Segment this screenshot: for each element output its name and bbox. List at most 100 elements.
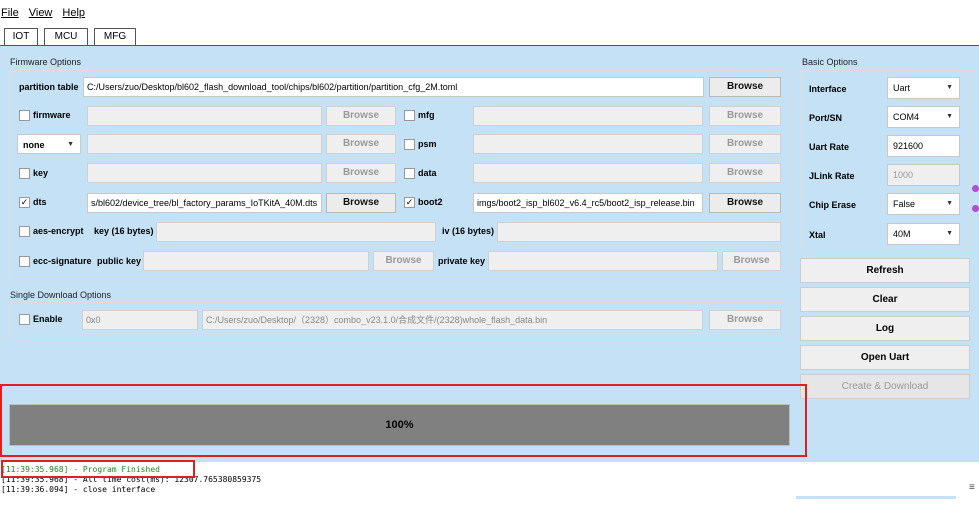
console-time: [11:39:36.094] bbox=[1, 485, 69, 494]
image-type-field[interactable] bbox=[87, 134, 322, 154]
check-icon: ✓ bbox=[405, 197, 414, 207]
dts-checkbox[interactable]: ✓ bbox=[19, 197, 30, 208]
data-label: data bbox=[418, 168, 437, 178]
boot2-browse-button[interactable]: Browse bbox=[709, 193, 781, 213]
interface-label: Interface bbox=[809, 84, 847, 94]
xtal-select[interactable]: 40M ▼ bbox=[887, 223, 960, 245]
uart-rate-label: Uart Rate bbox=[809, 142, 850, 152]
console-text: - close interface bbox=[68, 485, 156, 494]
psm-checkbox[interactable] bbox=[404, 139, 415, 150]
aes-key-field[interactable] bbox=[156, 222, 436, 242]
data-field[interactable] bbox=[473, 163, 703, 183]
firmware-checkbox[interactable] bbox=[19, 110, 30, 121]
public-key-label: public key bbox=[97, 256, 142, 266]
tab-iot[interactable]: IOT bbox=[4, 28, 38, 46]
edge-handle-icon bbox=[972, 205, 979, 212]
private-key-browse-button[interactable]: Browse bbox=[722, 251, 781, 271]
chip-erase-value: False bbox=[893, 199, 916, 209]
tab-mcu-label: MCU bbox=[54, 31, 78, 42]
firmware-browse-button[interactable]: Browse bbox=[326, 106, 396, 126]
ecc-signature-checkbox[interactable] bbox=[19, 256, 30, 267]
data-checkbox[interactable] bbox=[404, 168, 415, 179]
resize-grip-icon[interactable]: ≡ bbox=[969, 478, 979, 498]
chevron-down-icon: ▼ bbox=[946, 84, 953, 91]
dts-label: dts bbox=[33, 197, 47, 207]
menu-file[interactable]: File bbox=[1, 6, 19, 20]
single-download-title: Single Download Options bbox=[10, 290, 112, 300]
boot2-checkbox[interactable]: ✓ bbox=[404, 197, 415, 208]
chevron-down-icon: ▼ bbox=[946, 200, 953, 207]
private-key-label: private key bbox=[438, 256, 486, 266]
check-icon: ✓ bbox=[20, 197, 29, 207]
image-type-select[interactable]: none ▼ bbox=[17, 134, 81, 154]
aes-iv-field[interactable] bbox=[497, 222, 781, 242]
menu-view[interactable]: View bbox=[29, 6, 53, 20]
dts-field[interactable]: s/bl602/device_tree/bl_factory_params_Io… bbox=[87, 193, 322, 213]
jlink-rate-value: 1000 bbox=[893, 170, 914, 180]
tab-mcu[interactable]: MCU bbox=[44, 28, 88, 46]
edge-handle-icon bbox=[972, 185, 979, 192]
log-button[interactable]: Log bbox=[800, 316, 970, 341]
progress-label: 100% bbox=[385, 419, 414, 431]
chevron-down-icon: ▼ bbox=[67, 141, 74, 148]
tab-strip bbox=[0, 20, 979, 46]
chip-erase-label: Chip Erase bbox=[809, 200, 857, 210]
private-key-field[interactable] bbox=[488, 251, 718, 271]
data-browse-button[interactable]: Browse bbox=[709, 163, 781, 183]
aes-iv-label: iv (16 bytes) bbox=[442, 226, 495, 236]
chevron-down-icon: ▼ bbox=[946, 230, 953, 237]
tab-divider bbox=[0, 45, 979, 46]
chevron-down-icon: ▼ bbox=[946, 113, 953, 120]
jlink-rate-label: JLink Rate bbox=[809, 171, 855, 181]
console-line: [11:39:36.094] - close interface bbox=[1, 485, 979, 495]
psm-label: psm bbox=[418, 139, 437, 149]
jlink-rate-input[interactable]: 1000 bbox=[887, 164, 960, 186]
interface-select[interactable]: Uart ▼ bbox=[887, 77, 960, 99]
ecc-signature-label: ecc-signature bbox=[33, 256, 92, 266]
firmware-options-title: Firmware Options bbox=[10, 57, 82, 67]
key-browse-button[interactable]: Browse bbox=[326, 163, 396, 183]
psm-field[interactable] bbox=[473, 134, 703, 154]
firmware-label: firmware bbox=[33, 110, 71, 120]
single-browse-button[interactable]: Browse bbox=[709, 310, 781, 330]
key-label: key bbox=[33, 168, 49, 178]
boot2-label: boot2 bbox=[418, 197, 443, 207]
tab-mfg-label: MFG bbox=[103, 31, 127, 42]
refresh-button[interactable]: Refresh bbox=[800, 258, 970, 283]
chip-erase-select[interactable]: False ▼ bbox=[887, 193, 960, 215]
enable-checkbox[interactable] bbox=[19, 314, 30, 325]
address-field[interactable]: 0x0 bbox=[82, 310, 198, 330]
mfg-browse-button[interactable]: Browse bbox=[709, 106, 781, 126]
firmware-field[interactable] bbox=[87, 106, 322, 126]
aes-key-label: key (16 bytes) bbox=[94, 226, 154, 236]
mfg-checkbox[interactable] bbox=[404, 110, 415, 121]
tab-mfg[interactable]: MFG bbox=[94, 28, 136, 46]
key-field[interactable] bbox=[87, 163, 322, 183]
aes-encrypt-checkbox[interactable] bbox=[19, 226, 30, 237]
public-key-browse-button[interactable]: Browse bbox=[373, 251, 434, 271]
tab-iot-label: IOT bbox=[12, 31, 30, 42]
mfg-field[interactable] bbox=[473, 106, 703, 126]
enable-label: Enable bbox=[33, 314, 63, 324]
port-select[interactable]: COM4 ▼ bbox=[887, 106, 960, 128]
console-scroll-track[interactable] bbox=[796, 496, 956, 499]
dts-browse-button[interactable]: Browse bbox=[326, 193, 396, 213]
menu-bar: File View Help bbox=[0, 6, 979, 20]
image-type-browse-button[interactable]: Browse bbox=[326, 134, 396, 154]
open-uart-button[interactable]: Open Uart bbox=[800, 345, 970, 370]
create-download-button[interactable]: Create & Download bbox=[800, 374, 970, 399]
psm-browse-button[interactable]: Browse bbox=[709, 134, 781, 154]
basic-options-title: Basic Options bbox=[802, 57, 858, 67]
public-key-field[interactable] bbox=[143, 251, 369, 271]
clear-button[interactable]: Clear bbox=[800, 287, 970, 312]
partition-table-browse-button[interactable]: Browse bbox=[709, 77, 781, 97]
partition-table-label: partition table bbox=[19, 82, 79, 92]
single-file-field[interactable]: C:/Users/zuo/Desktop/（2328）combo_v23.1.0… bbox=[202, 310, 703, 330]
uart-rate-input[interactable]: 921600 bbox=[887, 135, 960, 157]
menu-help[interactable]: Help bbox=[62, 6, 85, 20]
interface-value: Uart bbox=[893, 83, 911, 93]
aes-encrypt-label: aes-encrypt bbox=[33, 226, 84, 236]
partition-table-field[interactable]: C:/Users/zuo/Desktop/bl602_flash_downloa… bbox=[83, 77, 704, 97]
key-checkbox[interactable] bbox=[19, 168, 30, 179]
boot2-field[interactable]: imgs/boot2_isp_bl602_v6.4_rc5/boot2_isp_… bbox=[473, 193, 703, 213]
